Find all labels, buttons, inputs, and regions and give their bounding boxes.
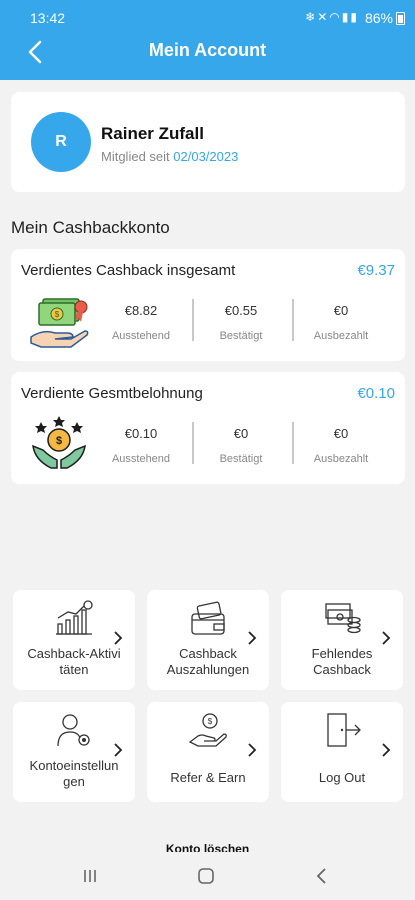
app-bar: Mein Account <box>0 30 415 80</box>
stat-pending: €8.82 Ausstehend <box>96 303 186 342</box>
profile-card: R Rainer Zufall Mitglied seit 02/03/2023 <box>11 92 405 192</box>
logout-door-icon <box>327 713 361 747</box>
profile-name: Rainer Zufall <box>101 124 204 143</box>
member-since-label: Mitglied seit <box>101 149 170 164</box>
user-settings-icon <box>57 714 90 747</box>
tile-label-line: Cashback <box>313 662 371 677</box>
member-since-date: 02/03/2023 <box>173 149 239 164</box>
money-hand-icon: $ <box>30 298 89 348</box>
home-icon[interactable] <box>194 864 218 888</box>
tile-label-line: Auszahlungen <box>166 662 250 677</box>
wifi-icon: ◠ <box>329 10 342 24</box>
stat-value: €0 <box>333 426 349 441</box>
stat-value: €0 <box>333 303 349 318</box>
tile-label-line: gen <box>63 774 85 789</box>
cashback-total-card: Verdientes Cashback insgesamt €9.37 $ €8… <box>11 249 405 361</box>
card-title: Verdientes Cashback insgesamt <box>21 262 236 279</box>
status-bar: 13:42 ❄✕◠▮▮ 86% <box>0 0 415 30</box>
tile-log-out[interactable]: Log Out <box>281 702 403 802</box>
member-since: Mitglied seit 02/03/2023 <box>101 149 238 164</box>
recent-apps-icon[interactable] <box>78 864 102 888</box>
tile-cashback-payouts[interactable]: Cashback Auszahlungen <box>147 590 269 690</box>
stat-paid: €0 Ausbezahlt <box>296 426 386 465</box>
reward-total-card: Verdiente Gesmtbelohnung €0.10 $ €0.10 A… <box>11 372 405 484</box>
battery-icon <box>396 12 405 25</box>
stat-value: €0.55 <box>224 303 258 318</box>
stat-label: Ausbezahlt <box>313 330 369 342</box>
stat-paid: €0 Ausbezahlt <box>296 303 386 342</box>
tile-label-line: täten <box>59 662 89 677</box>
stat-value: €8.82 <box>124 303 158 318</box>
avatar: R <box>31 112 91 172</box>
stat-confirmed: €0 Bestätigt <box>196 426 286 465</box>
chart-icon <box>56 600 93 635</box>
tile-label-line: Cashback-Aktivi <box>27 646 121 661</box>
tile-label: Cashback Auszahlungen <box>151 646 265 678</box>
divider <box>292 422 294 464</box>
chevron-right-icon <box>114 631 123 645</box>
stat-label: Ausstehend <box>111 330 171 342</box>
stat-value: €0.10 <box>124 426 158 441</box>
tile-cashback-activities[interactable]: Cashback-Aktivi täten <box>13 590 135 690</box>
chevron-right-icon <box>248 743 257 757</box>
stat-label: Bestätigt <box>219 453 263 465</box>
card-title: Verdiente Gesmtbelohnung <box>21 385 203 402</box>
mute-icon: ✕ <box>317 10 330 24</box>
svg-text:$: $ <box>56 435 62 447</box>
section-title: Mein Cashbackkonto <box>11 218 170 237</box>
hand-coin-icon: $ <box>188 713 227 747</box>
signal-icon: ▮ <box>350 10 359 24</box>
stat-pending: €0.10 Ausstehend <box>96 426 186 465</box>
divider <box>192 422 194 464</box>
tile-label: Refer & Earn <box>170 770 246 785</box>
stat-label: Ausbezahlt <box>313 453 369 465</box>
coin-hands-icon: $ <box>32 416 86 469</box>
cash-coins-icon <box>325 603 361 634</box>
tile-label-line: Kontoeinstellun <box>29 758 119 773</box>
status-time: 13:42 <box>30 10 66 26</box>
back-icon[interactable] <box>310 864 334 888</box>
svg-text:$: $ <box>208 717 213 726</box>
wallet-cards-icon <box>191 601 225 635</box>
battery-level: 86% <box>364 10 393 26</box>
tile-label: Log Out <box>318 770 366 785</box>
stat-confirmed: €0.55 Bestätigt <box>196 303 286 342</box>
page-title: Mein Account <box>148 40 267 60</box>
tile-label: Kontoeinstellun gen <box>17 758 131 790</box>
card-total: €9.37 <box>357 262 395 279</box>
tile-refer-earn[interactable]: $ Refer & Earn <box>147 702 269 802</box>
tile-account-settings[interactable]: Kontoeinstellun gen <box>13 702 135 802</box>
status-icons: ❄✕◠▮▮ <box>305 10 359 24</box>
chevron-right-icon <box>248 631 257 645</box>
divider <box>292 299 294 341</box>
header-bar: 13:42 ❄✕◠▮▮ 86% Mein Account <box>0 0 415 80</box>
chevron-right-icon <box>382 743 391 757</box>
tile-missing-cashback[interactable]: Fehlendes Cashback <box>281 590 403 690</box>
tile-label: Cashback-Aktivi täten <box>17 646 131 678</box>
card-total: €0.10 <box>357 385 395 402</box>
tile-label-line: Cashback <box>179 646 237 661</box>
stat-value: €0 <box>233 426 249 441</box>
stat-label: Ausstehend <box>111 453 171 465</box>
divider <box>192 299 194 341</box>
chevron-right-icon <box>114 743 123 757</box>
system-nav-bar <box>0 852 415 900</box>
stat-label: Bestätigt <box>219 330 263 342</box>
svg-text:$: $ <box>55 310 60 319</box>
tile-label-line: Fehlendes <box>311 646 373 661</box>
snowflake-icon: ❄ <box>305 10 318 24</box>
tile-label: Fehlendes Cashback <box>285 646 399 678</box>
chevron-right-icon <box>382 631 391 645</box>
